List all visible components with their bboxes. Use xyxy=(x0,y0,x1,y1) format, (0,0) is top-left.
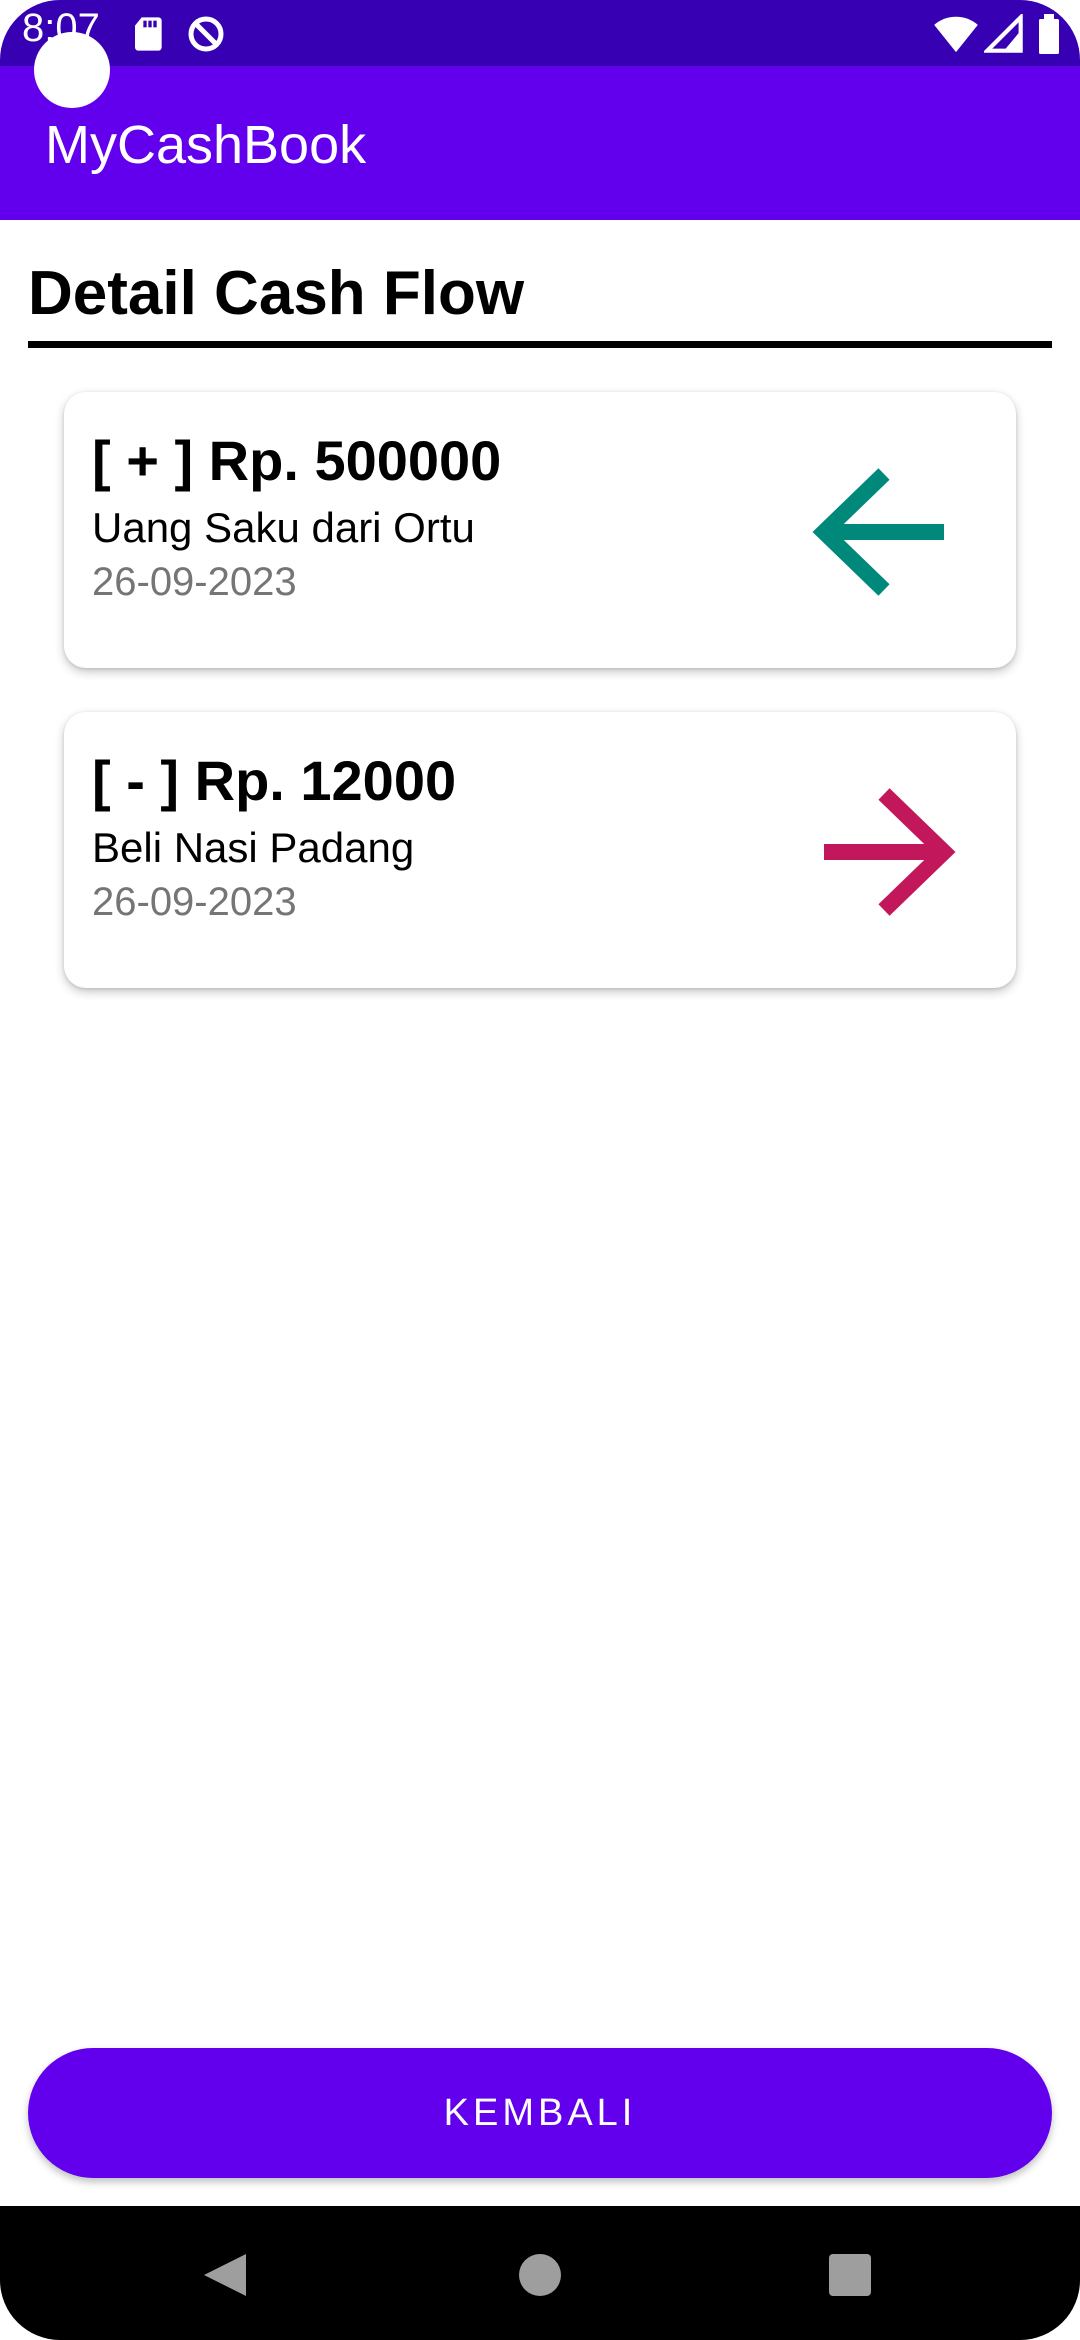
app-title: MyCashBook xyxy=(45,115,367,175)
arrow-right-icon xyxy=(794,772,974,932)
system-nav-bar xyxy=(0,2206,1080,2340)
heading-divider xyxy=(28,341,1052,348)
transaction-description: Uang Saku dari Ortu xyxy=(92,504,475,551)
page-heading: Detail Cash Flow xyxy=(28,259,525,328)
transaction-card-expense[interactable]: [ - ] Rp. 12000 Beli Nasi Padang 26-09-2… xyxy=(64,712,1016,988)
cellular-signal-icon xyxy=(982,12,1024,54)
back-button[interactable]: KEMBALI xyxy=(28,2048,1052,2178)
transaction-card-income[interactable]: [ + ] Rp. 500000 Uang Saku dari Ortu 26-… xyxy=(64,392,1016,668)
transaction-date: 26-09-2023 xyxy=(92,880,297,924)
recents-nav-icon[interactable] xyxy=(805,2230,895,2320)
transaction-amount: [ - ] Rp. 12000 xyxy=(92,749,457,812)
home-nav-icon[interactable] xyxy=(495,2230,585,2320)
camera-cutout xyxy=(34,32,110,108)
transaction-description: Beli Nasi Padang xyxy=(92,824,415,871)
battery-icon xyxy=(1036,14,1076,54)
wifi-icon xyxy=(934,14,978,54)
do-not-disturb-icon xyxy=(186,14,226,54)
arrow-left-icon xyxy=(794,452,974,612)
transaction-date: 26-09-2023 xyxy=(92,560,297,604)
app-bar: MyCashBook xyxy=(0,66,1080,220)
transaction-amount: [ + ] Rp. 500000 xyxy=(92,429,502,492)
status-bar: 8:07 xyxy=(0,0,1080,66)
sd-card-icon xyxy=(130,14,170,54)
back-nav-icon[interactable] xyxy=(180,2230,270,2320)
app-screen: 8:07 MyCashBook Detail Cash Flow [ + ] R… xyxy=(0,0,1080,2340)
